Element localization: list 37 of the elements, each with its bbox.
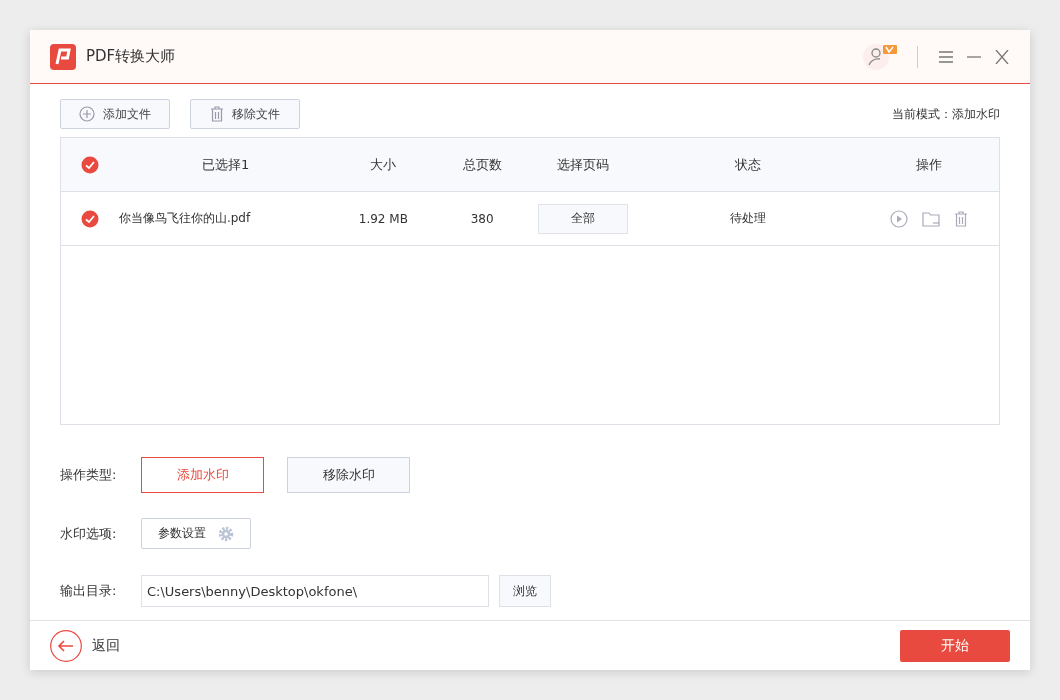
column-header: 大小 [370,155,397,174]
output-path-field[interactable]: C:\Users\benny\Desktop\okfone\ [141,575,489,607]
field-label: 输出目录: [60,582,118,600]
page-count: 380 [470,211,494,226]
column-header: 选择页码 [556,155,609,174]
app-logo-icon [50,43,76,70]
close-icon[interactable] [994,49,1010,64]
browse-button[interactable]: 浏览 [499,575,551,607]
checkbox[interactable] [80,209,99,228]
column-header: 操作 [916,155,943,174]
menu-icon[interactable] [938,49,954,64]
remove-file-button[interactable]: 移除文件 [190,99,300,129]
page-range-button[interactable]: 全部 [537,203,628,234]
folder-icon[interactable] [922,210,941,227]
file-size: 1.92 MB [358,211,408,226]
column-header: 状态 [734,155,761,174]
field-label: 操作类型: [60,466,118,484]
settings-button[interactable]: 参数设置 [141,518,251,549]
trash-icon [210,106,224,122]
checkbox[interactable] [80,155,99,174]
play-icon[interactable] [890,209,909,228]
operation-type-button[interactable]: 移除水印 [287,457,410,493]
status-text: 待处理 [729,210,766,227]
column-header: 已选择1 [202,155,250,174]
trash-icon[interactable] [954,210,969,227]
plus-circle-icon [79,106,95,122]
window-title: PDF转换大师 [86,47,176,66]
file-name: 你当像鸟飞往你的山.pdf [118,210,251,227]
user-vip-icon[interactable] [863,43,899,70]
settings-icon [218,525,234,542]
field-label: 水印选项: [60,524,118,543]
current-mode-text: 当前模式：添加水印 [892,105,1000,123]
operation-type-button[interactable]: 添加水印 [141,457,264,493]
column-header: 总页数 [462,155,502,174]
back-button[interactable]: 返回 [50,629,120,662]
start-button[interactable]: 开始 [900,629,1010,662]
add-file-button[interactable]: 添加文件 [60,99,170,129]
